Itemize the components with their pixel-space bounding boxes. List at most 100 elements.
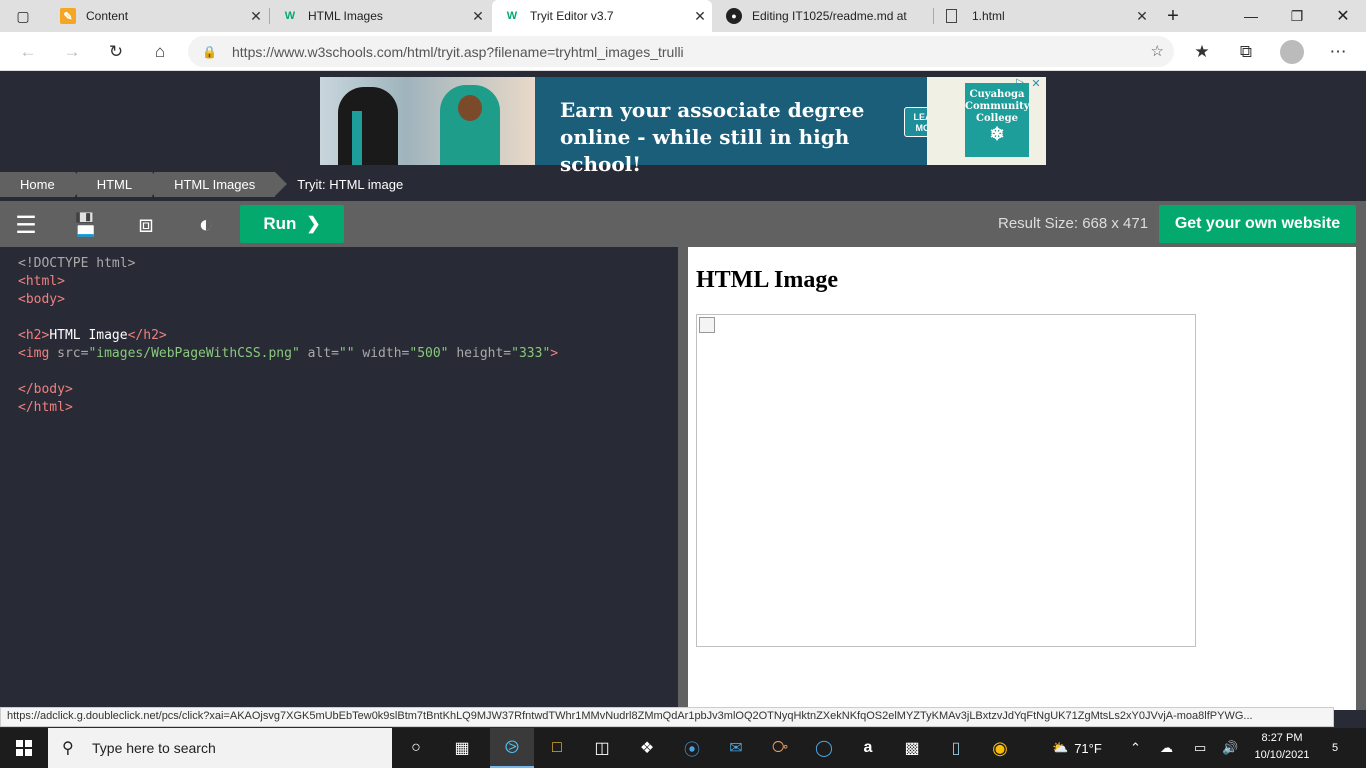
code-line: <!DOCTYPE html> xyxy=(18,255,670,273)
home-icon[interactable]: ⌂ xyxy=(146,38,174,66)
app-icon[interactable]: ⧂ xyxy=(758,728,802,768)
amazon-icon[interactable]: a xyxy=(846,728,890,768)
save-icon[interactable]: 💾 xyxy=(70,209,102,241)
favorites-icon[interactable]: ★ xyxy=(1188,38,1216,66)
collections-icon[interactable]: ⧉ xyxy=(1232,38,1260,66)
windows-icon xyxy=(16,740,32,756)
onedrive-icon[interactable]: ☁ xyxy=(1160,728,1173,768)
menu-icon[interactable]: ☰ xyxy=(10,209,42,241)
notifications-icon[interactable]: 5 xyxy=(1324,728,1346,768)
result-scrollbar[interactable] xyxy=(1356,247,1366,710)
back-icon[interactable]: ← xyxy=(14,38,42,66)
dropbox-icon[interactable]: ❖ xyxy=(625,728,669,768)
pane-splitter[interactable] xyxy=(678,247,688,710)
notification-count: 5 xyxy=(1331,742,1339,754)
graduation-photo xyxy=(320,77,535,165)
clock-date: 10/10/2021 xyxy=(1254,749,1310,761)
clock-time: 8:27 PM xyxy=(1261,732,1303,744)
graduate-figure xyxy=(338,87,398,165)
code-token: </html> xyxy=(18,400,73,415)
weather-temp: 71°F xyxy=(1074,740,1102,756)
college-name: Cuyahoga Community College xyxy=(965,89,1030,124)
window-close-icon[interactable]: ✕ xyxy=(1320,0,1366,32)
tab-tryit-editor[interactable]: W Tryit Editor v3.7 ✕ xyxy=(492,0,712,32)
app-icon[interactable]: ▩ xyxy=(890,728,934,768)
breadcrumb-html-images[interactable]: HTML Images xyxy=(154,172,288,197)
restore-icon[interactable]: ❐ xyxy=(1274,0,1320,32)
code-token: "images/WebPageWithCSS.png" xyxy=(88,346,300,361)
lock-icon[interactable]: 🔒 xyxy=(202,45,222,59)
app-icon[interactable]: ◯ xyxy=(802,728,846,768)
forward-icon[interactable]: → xyxy=(58,38,86,66)
tab-actions-icon[interactable]: ▢ xyxy=(0,0,46,32)
tab-github-editing[interactable]: ● Editing IT1025/readme.md at xyxy=(714,0,932,32)
breadcrumb-html[interactable]: HTML xyxy=(76,172,165,197)
tab-1-html[interactable]: 1.html ✕ xyxy=(934,0,1154,32)
broken-image-icon xyxy=(699,317,715,333)
vscode-icon[interactable]: ⦿ xyxy=(670,728,714,768)
start-button[interactable] xyxy=(0,728,48,768)
breadcrumb: Home HTML HTML Images Tryit: HTML image xyxy=(0,171,1366,200)
run-button[interactable]: Run ❯ xyxy=(240,205,344,243)
rotate-layout-icon[interactable]: ⧈ xyxy=(130,209,162,241)
get-website-button[interactable]: Get your own website xyxy=(1159,205,1356,243)
github-icon: ● xyxy=(726,8,742,24)
college-logo: Cuyahoga Community College ❄ xyxy=(965,83,1030,157)
code-token: width= xyxy=(354,346,410,361)
result-heading: HTML Image xyxy=(696,267,838,293)
clock[interactable]: 8:27 PM 10/10/2021 xyxy=(1240,730,1324,764)
code-token: alt= xyxy=(299,346,339,361)
close-icon[interactable]: ✕ xyxy=(688,8,712,25)
breadcrumb-current: Tryit: HTML image xyxy=(297,177,404,192)
task-view-icon[interactable]: ▦ xyxy=(440,728,484,768)
code-token: <body> xyxy=(18,292,65,307)
code-token: </body> xyxy=(18,382,73,397)
minimize-icon[interactable]: — xyxy=(1228,0,1274,32)
code-token: "500" xyxy=(409,346,449,361)
theme-toggle-icon[interactable]: ◐ xyxy=(190,209,222,241)
volume-icon[interactable]: 🔊 xyxy=(1222,728,1238,768)
chrome-icon[interactable]: ◉ xyxy=(978,728,1022,768)
edge-icon[interactable]: ⧁ xyxy=(490,728,534,768)
code-token: <!DOCTYPE html> xyxy=(18,256,136,271)
more-icon[interactable]: ⋯ xyxy=(1324,38,1352,66)
mail-icon[interactable]: ✉ xyxy=(714,728,758,768)
weather-widget[interactable]: ⛅ 71°F xyxy=(1052,728,1102,768)
refresh-icon[interactable]: ↻ xyxy=(102,38,130,66)
browser-tabstrip: ▢ ✎ Content ✕ W HTML Images ✕ W Tryit Ed… xyxy=(0,0,1366,32)
code-line: <html> xyxy=(18,273,670,291)
tab-label: Tryit Editor v3.7 xyxy=(530,9,614,23)
new-tab-icon[interactable]: + xyxy=(1150,0,1196,32)
chevron-up-icon[interactable]: ⌃ xyxy=(1130,728,1141,768)
code-token: "" xyxy=(338,346,355,361)
ad-area: Earn your associate degree online - whil… xyxy=(0,71,1366,176)
adchoices-icon[interactable]: ▷ xyxy=(1012,77,1028,91)
tab-html-images[interactable]: W HTML Images ✕ xyxy=(270,0,490,32)
cortana-icon[interactable]: ○ xyxy=(394,728,438,768)
result-size: Result Size: 668 x 471 xyxy=(998,215,1149,232)
taskbar-search[interactable]: ⚲ Type here to search xyxy=(48,728,392,768)
ad-banner[interactable]: Earn your associate degree online - whil… xyxy=(320,77,1046,176)
tab-label: Content xyxy=(86,9,129,23)
search-placeholder: Type here to search xyxy=(92,740,216,756)
battery-icon[interactable]: ▭ xyxy=(1194,728,1206,768)
file-explorer-icon[interactable]: □ xyxy=(535,728,579,768)
code-line: <img src="images/WebPageWithCSS.png" alt… xyxy=(18,345,670,363)
ad-close-icon[interactable]: ✕ xyxy=(1028,77,1044,91)
store-icon[interactable]: ◫ xyxy=(580,728,624,768)
profile-avatar[interactable] xyxy=(1280,40,1304,64)
breadcrumb-home[interactable]: Home xyxy=(0,172,87,197)
code-editor[interactable]: <!DOCTYPE html> <html> <body> <h2>HTML Imag… xyxy=(10,247,678,710)
tab-label: 1.html xyxy=(972,9,1005,23)
tab-label: Editing IT1025/readme.md at xyxy=(752,9,907,23)
code-line: </body> xyxy=(18,381,670,399)
chevron-right-icon: ❯ xyxy=(306,214,321,233)
close-icon[interactable]: ✕ xyxy=(466,8,490,25)
tab-content[interactable]: ✎ Content ✕ xyxy=(48,0,268,32)
add-favorite-icon[interactable]: ☆ xyxy=(1151,42,1164,60)
app-icon[interactable]: ▯ xyxy=(934,728,978,768)
run-label: Run xyxy=(263,214,297,233)
url-field[interactable]: 🔒 https://www.w3schools.com/html/tryit.a… xyxy=(188,36,1174,67)
snowflake-icon: ❄ xyxy=(989,124,1005,145)
close-icon[interactable]: ✕ xyxy=(244,8,268,25)
